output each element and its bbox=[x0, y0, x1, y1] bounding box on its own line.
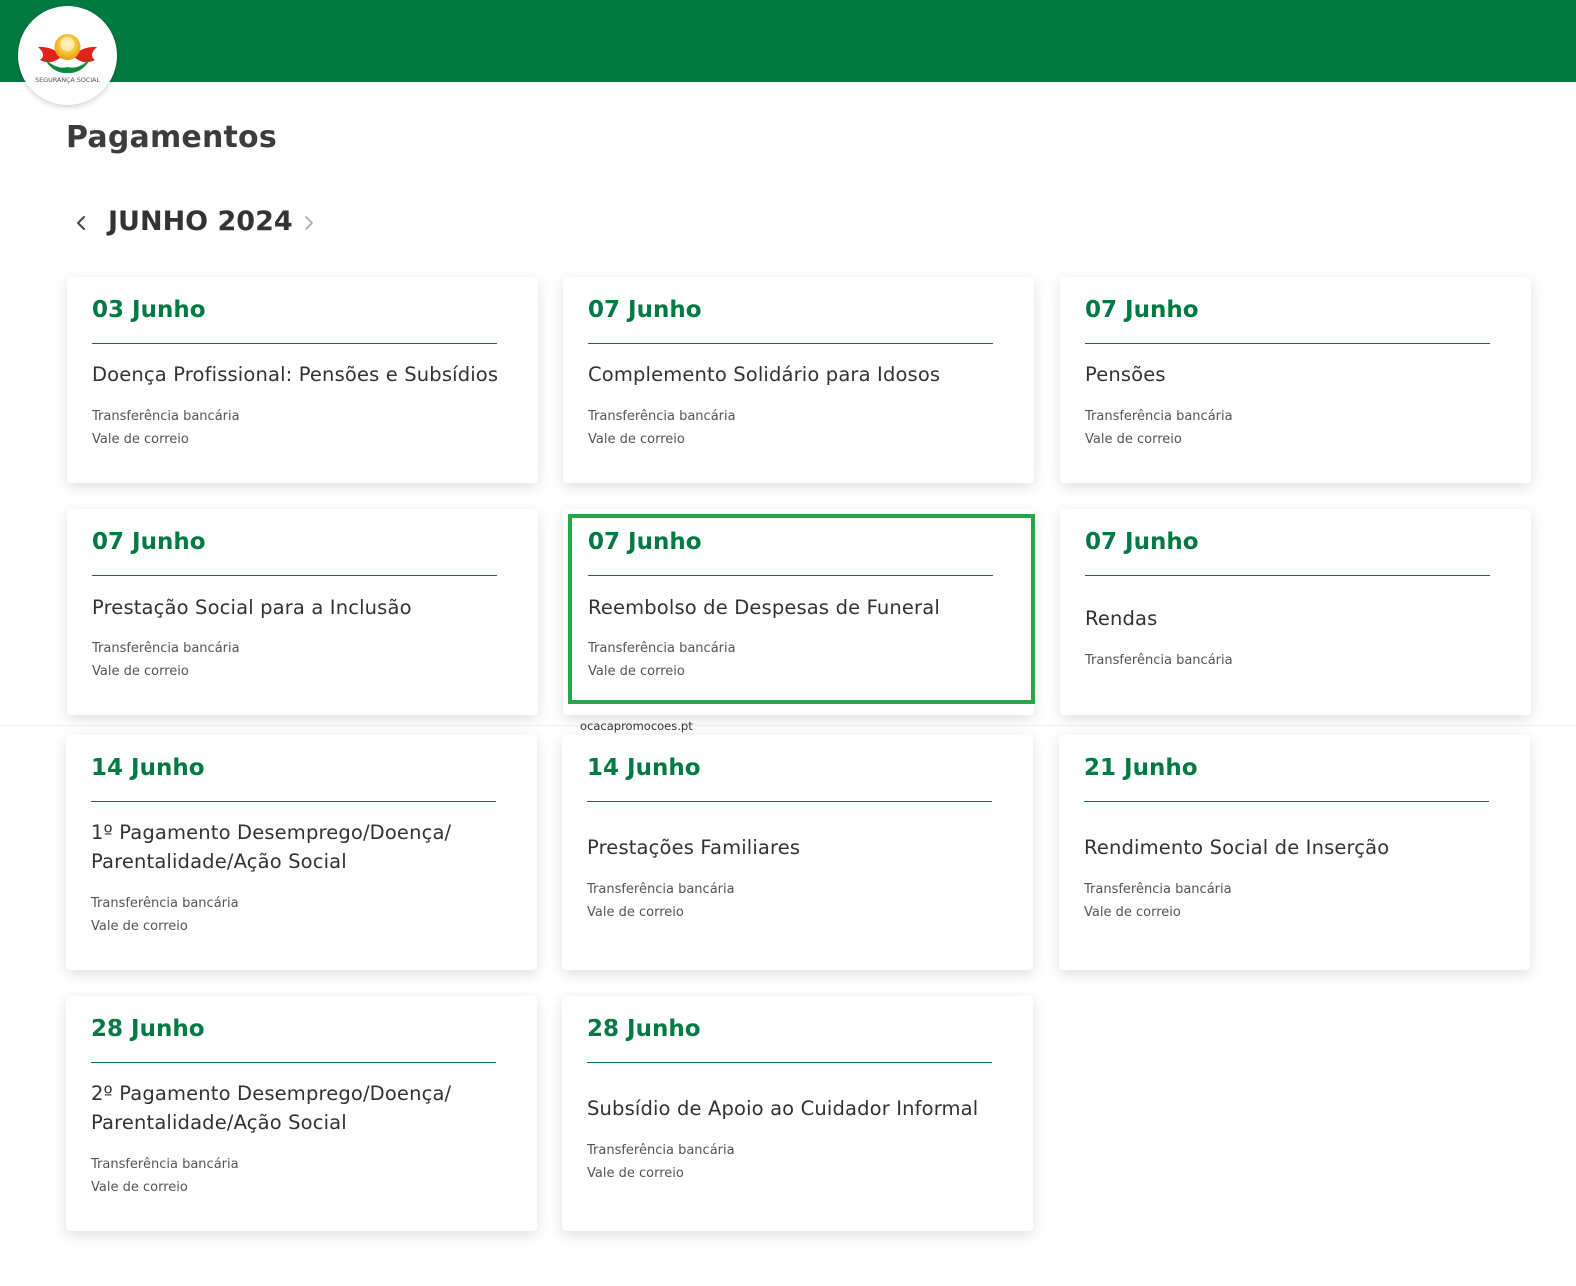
payment-method: Vale de correio bbox=[587, 1166, 684, 1181]
chevron-left-icon bbox=[77, 216, 85, 230]
payment-card[interactable]: 03 Junho Doença Profissional: Pensões e … bbox=[67, 277, 538, 483]
payment-method: Transferência bancária bbox=[587, 882, 735, 897]
card-divider bbox=[1084, 801, 1489, 802]
card-title: 2º Pagamento Desemprego/Doença/ Parental… bbox=[91, 1079, 511, 1137]
card-divider bbox=[587, 1062, 992, 1063]
card-payment-methods: Transferência bancária Vale de correio bbox=[91, 892, 239, 938]
payment-method: Transferência bancária bbox=[588, 409, 736, 424]
card-title: Rendas bbox=[1085, 607, 1158, 630]
payment-method: Vale de correio bbox=[1084, 905, 1181, 920]
card-title: 1º Pagamento Desemprego/Doença/ Parental… bbox=[91, 818, 511, 876]
chevron-right-icon bbox=[305, 216, 313, 230]
card-payment-methods: Transferência bancária Vale de correio bbox=[588, 637, 736, 683]
card-divider bbox=[587, 801, 992, 802]
payment-method: Transferência bancária bbox=[92, 641, 240, 656]
card-title: Pensões bbox=[1085, 363, 1166, 386]
payment-method: Vale de correio bbox=[92, 432, 189, 447]
payment-method: Transferência bancária bbox=[588, 641, 736, 656]
seguranca-social-logo[interactable]: SEGURANÇA SOCIAL bbox=[18, 6, 117, 105]
payment-method: Vale de correio bbox=[588, 664, 685, 679]
payment-card[interactable]: 28 Junho Subsídio de Apoio ao Cuidador I… bbox=[562, 996, 1033, 1231]
card-title: Subsídio de Apoio ao Cuidador Informal bbox=[587, 1097, 979, 1120]
card-payment-methods: Transferência bancária Vale de correio bbox=[91, 1153, 239, 1199]
card-title-line: Parentalidade/Ação Social bbox=[91, 850, 347, 873]
card-payment-methods: Transferência bancária Vale de correio bbox=[587, 878, 735, 924]
card-date: 28 Junho bbox=[587, 1016, 701, 1042]
card-title-line: 1º Pagamento Desemprego/Doença/ bbox=[91, 821, 452, 844]
prev-month-button[interactable] bbox=[68, 210, 94, 236]
payment-card[interactable]: 21 Junho Rendimento Social de Inserção T… bbox=[1059, 735, 1530, 970]
card-date: 28 Junho bbox=[91, 1016, 205, 1042]
payment-method: Vale de correio bbox=[587, 905, 684, 920]
card-payment-methods: Transferência bancária Vale de correio bbox=[92, 637, 240, 683]
payment-method: Transferência bancária bbox=[91, 1157, 239, 1172]
payment-method: Vale de correio bbox=[91, 919, 188, 934]
page-title: Pagamentos bbox=[66, 120, 277, 155]
payment-card[interactable]: 07 Junho Complemento Solidário para Idos… bbox=[563, 277, 1034, 483]
payment-method: Transferência bancária bbox=[1085, 409, 1233, 424]
card-title: Rendimento Social de Inserção bbox=[1084, 836, 1390, 859]
payment-method: Vale de correio bbox=[92, 664, 189, 679]
card-title: Prestações Familiares bbox=[587, 836, 801, 859]
logo-emblem-icon bbox=[38, 34, 97, 74]
card-title: Complemento Solidário para Idosos bbox=[588, 363, 941, 386]
card-payment-methods: Transferência bancária Vale de correio bbox=[588, 405, 736, 451]
card-date: 07 Junho bbox=[92, 529, 206, 555]
payment-card[interactable]: 14 Junho Prestações Familiares Transferê… bbox=[562, 735, 1033, 970]
card-divider bbox=[588, 343, 993, 344]
logo-text: SEGURANÇA SOCIAL bbox=[35, 76, 100, 84]
card-payment-methods: Transferência bancária Vale de correio bbox=[1085, 405, 1233, 451]
payment-card-selected[interactable]: 07 Junho Reembolso de Despesas de Funera… bbox=[563, 509, 1035, 715]
card-divider bbox=[1085, 575, 1490, 576]
month-label: JUNHO 2024 bbox=[108, 206, 293, 237]
payment-card[interactable]: 28 Junho 2º Pagamento Desemprego/Doença/… bbox=[66, 996, 537, 1231]
header-bar bbox=[0, 0, 1576, 82]
card-date: 14 Junho bbox=[587, 755, 701, 781]
payment-method: Transferência bancária bbox=[1084, 882, 1232, 897]
card-divider bbox=[92, 575, 497, 576]
card-payment-methods: Transferência bancária Vale de correio bbox=[1084, 878, 1232, 924]
card-divider bbox=[91, 801, 496, 802]
card-title: Doença Profissional: Pensões e Subsídios bbox=[92, 363, 499, 386]
payment-method: Vale de correio bbox=[588, 432, 685, 447]
payment-card[interactable]: 14 Junho 1º Pagamento Desemprego/Doença/… bbox=[66, 735, 537, 970]
payment-method: Transferência bancária bbox=[91, 896, 239, 911]
payment-card[interactable]: 07 Junho Pensões Transferência bancária … bbox=[1060, 277, 1531, 483]
card-divider bbox=[1085, 343, 1490, 344]
card-title-line: 2º Pagamento Desemprego/Doença/ bbox=[91, 1082, 452, 1105]
card-date: 07 Junho bbox=[588, 529, 702, 555]
payment-method: Transferência bancária bbox=[587, 1143, 735, 1158]
screenshot-seam bbox=[0, 725, 1576, 726]
card-payment-methods: Transferência bancária bbox=[1085, 649, 1233, 672]
card-date: 07 Junho bbox=[588, 297, 702, 323]
card-date: 03 Junho bbox=[92, 297, 206, 323]
card-divider bbox=[92, 343, 497, 344]
payment-card[interactable]: 07 Junho Rendas Transferência bancária bbox=[1060, 509, 1531, 715]
card-date: 07 Junho bbox=[1085, 529, 1199, 555]
card-divider bbox=[588, 575, 993, 576]
payment-method: Transferência bancária bbox=[1085, 653, 1233, 668]
card-divider bbox=[91, 1062, 496, 1063]
watermark-text: ocacapromocoes.pt bbox=[580, 719, 693, 733]
payment-method: Vale de correio bbox=[1085, 432, 1182, 447]
card-title: Reembolso de Despesas de Funeral bbox=[588, 596, 940, 619]
card-date: 14 Junho bbox=[91, 755, 205, 781]
card-title-line: Parentalidade/Ação Social bbox=[91, 1111, 347, 1134]
card-date: 21 Junho bbox=[1084, 755, 1198, 781]
payment-method: Vale de correio bbox=[91, 1180, 188, 1195]
card-payment-methods: Transferência bancária Vale de correio bbox=[587, 1139, 735, 1185]
card-date: 07 Junho bbox=[1085, 297, 1199, 323]
card-title: Prestação Social para a Inclusão bbox=[92, 596, 412, 619]
card-payment-methods: Transferência bancária Vale de correio bbox=[92, 405, 240, 451]
payment-card[interactable]: 07 Junho Prestação Social para a Inclusã… bbox=[67, 509, 538, 715]
next-month-button[interactable] bbox=[296, 210, 322, 236]
payment-method: Transferência bancária bbox=[92, 409, 240, 424]
